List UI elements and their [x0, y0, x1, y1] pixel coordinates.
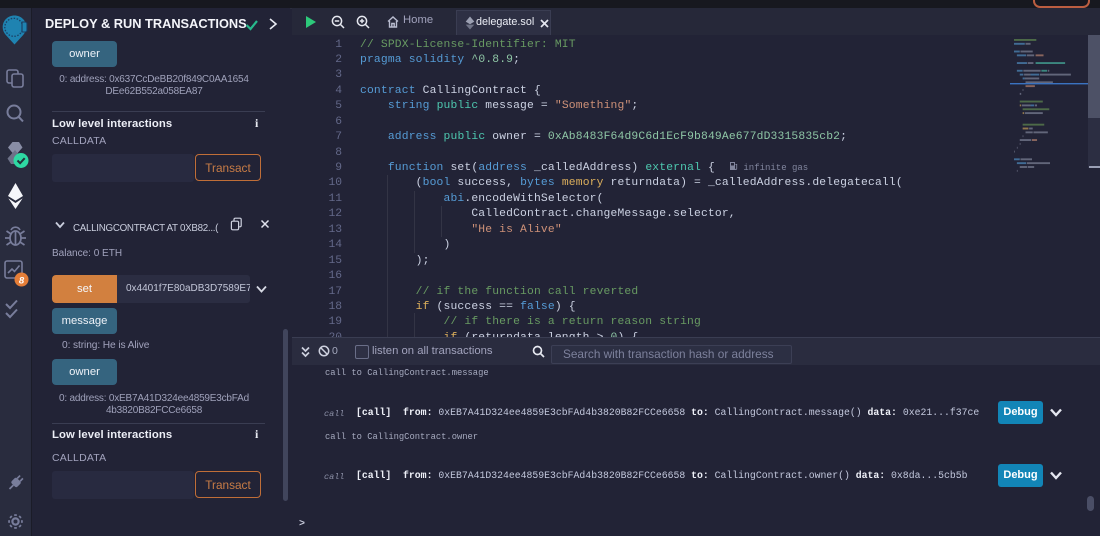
- svg-text:8: 8: [19, 275, 25, 286]
